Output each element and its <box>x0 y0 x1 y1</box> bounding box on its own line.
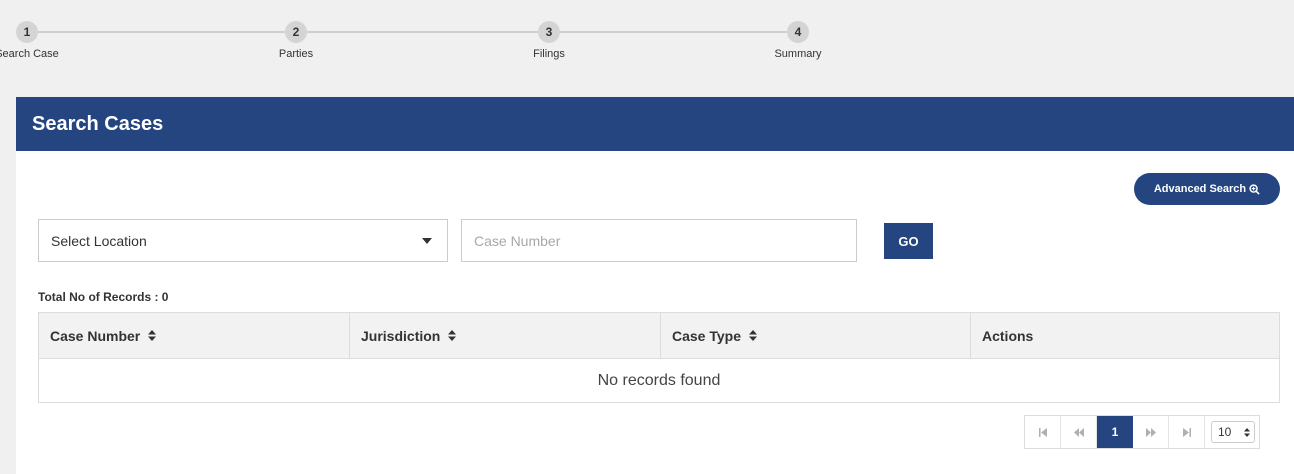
sort-icon <box>148 330 157 341</box>
caret-down-icon <box>407 220 447 261</box>
step-label: Parties <box>278 48 314 60</box>
page-size-select[interactable]: 10 <box>1211 421 1255 443</box>
step-number: 1 <box>16 21 38 43</box>
column-header-case-type[interactable]: Case Type <box>661 313 971 358</box>
column-header-label: Case Type <box>672 327 741 344</box>
step-parties[interactable]: 2 Parties <box>256 0 336 60</box>
sort-icon <box>448 330 457 341</box>
sort-icon <box>1244 427 1250 437</box>
previous-page-icon[interactable] <box>1061 416 1097 448</box>
page-size-value: 10 <box>1218 425 1232 439</box>
column-header-actions: Actions <box>971 313 1279 358</box>
step-number: 4 <box>787 21 809 43</box>
wizard-stepper: 1 Search Case 2 Parties 3 Filings 4 Summ… <box>0 0 1294 96</box>
step-summary[interactable]: 4 Summary <box>758 0 838 60</box>
step-connector <box>28 31 291 33</box>
step-label: Filings <box>533 48 565 60</box>
column-header-label: Jurisdiction <box>361 327 441 344</box>
last-page-icon[interactable] <box>1169 416 1205 448</box>
location-select-value: Select Location <box>51 232 147 249</box>
panel-title: Search Cases <box>16 97 1294 151</box>
cases-table: Case Number Jurisdiction Case Type Actio… <box>38 312 1280 403</box>
column-header-jurisdiction[interactable]: Jurisdiction <box>350 313 661 358</box>
search-cases-panel: Search Cases Advanced Search Select Loca… <box>16 97 1294 474</box>
empty-table-message: No records found <box>39 359 1279 402</box>
table-header: Case Number Jurisdiction Case Type Actio… <box>39 313 1279 359</box>
step-label: Summary <box>774 48 822 60</box>
total-records-count: Total No of Records : 0 <box>38 290 169 304</box>
column-header-label: Actions <box>982 327 1034 344</box>
column-header-case-number[interactable]: Case Number <box>39 313 350 358</box>
next-page-icon[interactable] <box>1133 416 1169 448</box>
step-label: Search Case <box>0 48 59 60</box>
advanced-search-button[interactable]: Advanced Search <box>1134 173 1280 205</box>
pagination: 1 10 <box>1024 415 1260 449</box>
location-select[interactable]: Select Location <box>38 219 448 262</box>
zoom-in-icon <box>1249 183 1260 195</box>
case-number-input[interactable] <box>461 219 857 262</box>
first-page-icon[interactable] <box>1025 416 1061 448</box>
go-button[interactable]: GO <box>884 223 933 259</box>
sort-icon <box>749 330 757 341</box>
page-number-button[interactable]: 1 <box>1097 416 1133 448</box>
step-number: 3 <box>538 21 560 43</box>
step-connector <box>302 31 544 33</box>
step-connector <box>555 31 787 33</box>
step-search-case[interactable]: 1 Search Case <box>0 0 67 60</box>
step-number: 2 <box>285 21 307 43</box>
advanced-search-label: Advanced Search <box>1153 183 1247 195</box>
step-filings[interactable]: 3 Filings <box>509 0 589 60</box>
column-header-label: Case Number <box>50 327 141 344</box>
